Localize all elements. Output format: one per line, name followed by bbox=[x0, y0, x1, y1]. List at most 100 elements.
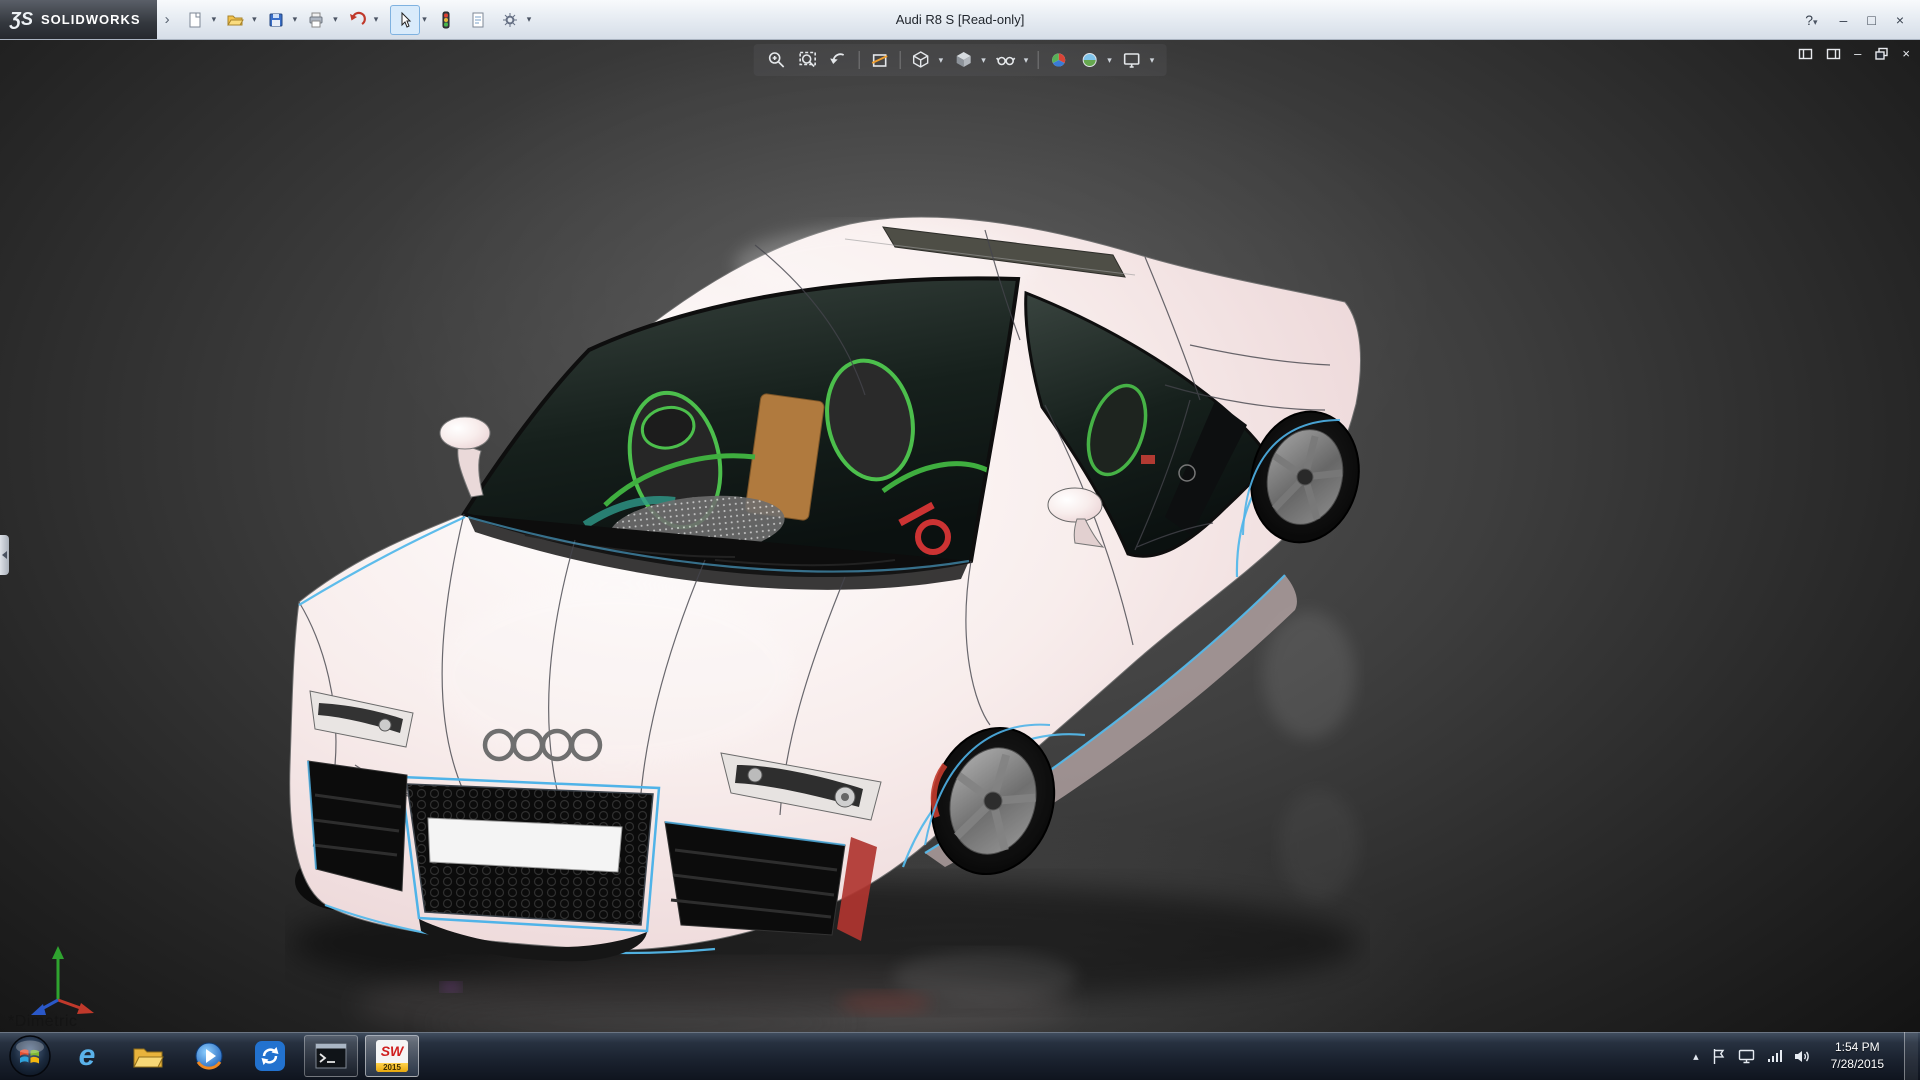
file-properties-button[interactable] bbox=[463, 5, 493, 35]
taskbar-item-command-prompt[interactable] bbox=[304, 1035, 358, 1077]
apply-scene-dropdown-arrow[interactable]: ▾ bbox=[1107, 55, 1112, 66]
pane-toggle-right-icon[interactable] bbox=[1826, 47, 1841, 61]
open-button[interactable] bbox=[220, 5, 250, 35]
system-tray: ▴ 1:54 PM 7/28/2015 bbox=[1693, 1032, 1920, 1080]
print-button[interactable] bbox=[301, 5, 331, 35]
close-button[interactable]: × bbox=[1896, 12, 1904, 28]
titlebar: ƷS SOLIDWORKS › ▾ ▾ ▾ ▾ ▾ ▾ bbox=[0, 0, 1920, 40]
taskbar-item-internet-explorer[interactable]: e bbox=[60, 1035, 114, 1077]
taskbar-clock[interactable]: 1:54 PM 7/28/2015 bbox=[1823, 1039, 1892, 1073]
solidworks-window: ƷS SOLIDWORKS › ▾ ▾ ▾ ▾ ▾ ▾ bbox=[0, 0, 1920, 1080]
apply-scene-icon bbox=[1079, 50, 1099, 70]
section-view-icon bbox=[870, 50, 890, 70]
brand-text: SOLIDWORKS bbox=[41, 12, 141, 27]
edit-appearance-ball-icon bbox=[1048, 50, 1068, 70]
zoom-to-fit-button[interactable] bbox=[795, 47, 821, 73]
hide-show-glasses-icon bbox=[996, 50, 1016, 70]
help-dropdown-arrow[interactable]: ▾ bbox=[1813, 17, 1818, 27]
save-button[interactable] bbox=[261, 5, 291, 35]
open-dropdown-arrow[interactable]: ▾ bbox=[252, 14, 257, 25]
coordinate-triad bbox=[22, 940, 96, 1018]
document-minimize-button[interactable]: – bbox=[1854, 46, 1861, 61]
help-button[interactable]: ?▾ bbox=[1805, 12, 1819, 28]
featuremanager-collapsed-tab[interactable] bbox=[0, 535, 9, 575]
maximize-button[interactable]: □ bbox=[1867, 12, 1875, 28]
license-plate bbox=[428, 818, 622, 872]
graphics-viewport[interactable]: ▾ ▾ ▾ ▾ ▾ – × bbox=[0, 39, 1920, 1032]
car-body-group bbox=[290, 217, 1370, 961]
display-style-dropdown-arrow[interactable]: ▾ bbox=[981, 55, 986, 66]
options-gear-icon bbox=[501, 11, 519, 29]
rebuild-traffic-light-icon bbox=[437, 11, 455, 29]
network-status-icon[interactable] bbox=[1767, 1049, 1782, 1063]
pane-toggle-left-icon[interactable] bbox=[1798, 47, 1813, 61]
select-cursor-icon bbox=[396, 11, 414, 29]
taskbar-item-sync-app[interactable] bbox=[243, 1035, 297, 1077]
open-folder-icon bbox=[226, 11, 244, 29]
new-dropdown-arrow[interactable]: ▾ bbox=[212, 14, 217, 25]
view-settings-icon bbox=[1122, 50, 1142, 70]
select-dropdown-arrow[interactable]: ▾ bbox=[422, 14, 427, 25]
print-dropdown-arrow[interactable]: ▾ bbox=[333, 14, 338, 25]
zoom-to-area-button[interactable] bbox=[764, 47, 790, 73]
internet-explorer-icon: e bbox=[79, 1041, 96, 1071]
options-button[interactable] bbox=[495, 5, 525, 35]
options-dropdown-arrow[interactable]: ▾ bbox=[527, 14, 532, 25]
clock-date: 7/28/2015 bbox=[1831, 1056, 1884, 1073]
document-close-button[interactable]: × bbox=[1902, 46, 1910, 61]
start-button[interactable] bbox=[0, 1032, 60, 1080]
view-settings-button[interactable] bbox=[1119, 47, 1145, 73]
volume-icon[interactable] bbox=[1794, 1049, 1811, 1064]
undo-icon bbox=[348, 11, 366, 29]
file-properties-icon bbox=[469, 11, 487, 29]
clock-time: 1:54 PM bbox=[1831, 1039, 1884, 1056]
command-prompt-icon bbox=[315, 1043, 347, 1069]
minimize-button[interactable]: – bbox=[1840, 12, 1848, 28]
taskbar-item-media-player[interactable] bbox=[182, 1035, 236, 1077]
view-orientation-button[interactable] bbox=[908, 47, 934, 73]
window-title: Audi R8 S [Read-only] bbox=[896, 12, 1025, 27]
save-dropdown-arrow[interactable]: ▾ bbox=[293, 14, 298, 25]
toolbar-separator bbox=[900, 51, 901, 69]
taskbar-items: e bbox=[60, 1035, 419, 1077]
hide-show-items-button[interactable] bbox=[993, 47, 1019, 73]
display-style-button[interactable] bbox=[950, 47, 976, 73]
taskbar-item-solidworks-2015[interactable]: SW 2015 bbox=[365, 1035, 419, 1077]
view-settings-dropdown-arrow[interactable]: ▾ bbox=[1150, 55, 1155, 66]
print-icon bbox=[307, 11, 325, 29]
toolbar-separator bbox=[859, 51, 860, 69]
solidworks-app-icon: SW 2015 bbox=[376, 1040, 408, 1072]
zoom-to-fit-icon bbox=[798, 50, 818, 70]
document-restore-icon[interactable] bbox=[1874, 47, 1889, 61]
audi-r8-3d-model[interactable] bbox=[285, 205, 1370, 1032]
windows-start-orb-icon bbox=[8, 1034, 52, 1078]
media-player-icon bbox=[194, 1041, 224, 1071]
new-document-icon bbox=[186, 11, 204, 29]
section-view-button[interactable] bbox=[867, 47, 893, 73]
previous-view-button[interactable] bbox=[826, 47, 852, 73]
view-orientation-dropdown-arrow[interactable]: ▾ bbox=[939, 55, 944, 66]
action-center-flag-icon[interactable] bbox=[1711, 1048, 1726, 1065]
hide-show-dropdown-arrow[interactable]: ▾ bbox=[1024, 55, 1029, 66]
view-orientation-cube-icon bbox=[911, 50, 931, 70]
save-icon bbox=[267, 11, 285, 29]
menu-expand-chevron[interactable]: › bbox=[157, 11, 180, 28]
display-settings-icon[interactable] bbox=[1738, 1049, 1755, 1064]
select-button[interactable] bbox=[390, 5, 420, 35]
select-toolbar: ▾ ▾ bbox=[390, 5, 533, 35]
show-desktop-button[interactable] bbox=[1904, 1032, 1918, 1080]
standard-toolbar: ▾ ▾ ▾ ▾ ▾ bbox=[180, 5, 381, 35]
taskbar-item-windows-explorer[interactable] bbox=[121, 1035, 175, 1077]
display-style-cube-icon bbox=[953, 50, 973, 70]
rebuild-button[interactable] bbox=[431, 5, 461, 35]
undo-dropdown-arrow[interactable]: ▾ bbox=[374, 14, 379, 25]
windows-taskbar: e bbox=[0, 1032, 1920, 1080]
view-orientation-label: *Dimetric bbox=[8, 1013, 77, 1031]
edit-appearance-button[interactable] bbox=[1045, 47, 1071, 73]
apply-scene-button[interactable] bbox=[1076, 47, 1102, 73]
new-document-button[interactable] bbox=[180, 5, 210, 35]
undo-button[interactable] bbox=[342, 5, 372, 35]
previous-view-icon bbox=[829, 50, 849, 70]
show-hidden-icons-button[interactable]: ▴ bbox=[1693, 1050, 1699, 1063]
sync-app-icon bbox=[255, 1041, 285, 1071]
